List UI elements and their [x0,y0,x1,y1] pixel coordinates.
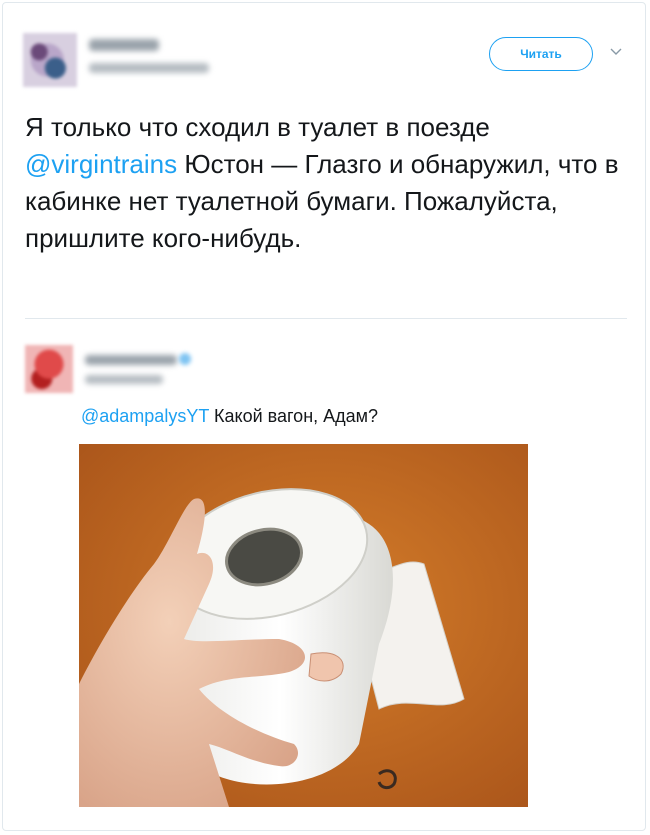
reply-text: @adampalysYT Какой вагон, Адам? [81,403,621,429]
reply-author-handle-redacted[interactable] [85,375,163,384]
toilet-paper-photo[interactable] [79,444,528,807]
reply-author-avatar[interactable] [25,345,73,393]
author-handle-redacted[interactable] [89,63,209,73]
chevron-down-icon [610,48,622,55]
mention-link[interactable]: @virgintrains [25,149,177,179]
thumb [308,652,344,682]
follow-button[interactable]: Читать [489,37,593,71]
divider [25,318,627,319]
tweet-text: Я только что сходил в туалет в поезде @v… [25,109,625,257]
more-options-button[interactable] [605,41,627,63]
author-avatar[interactable] [23,33,77,87]
verified-badge-icon [179,353,191,365]
reply-mention-link[interactable]: @adampalysYT [81,406,209,426]
tweet-text-part1: Я только что сходил в туалет в поезде [25,112,490,142]
reply-author-name-redacted[interactable] [85,355,177,365]
reply-text-body: Какой вагон, Адам? [209,406,379,426]
tweet-card: Читать Я только что сходил в туалет в по… [2,2,646,831]
tweet-header: Читать [23,25,633,95]
author-name-redacted[interactable] [89,39,159,51]
